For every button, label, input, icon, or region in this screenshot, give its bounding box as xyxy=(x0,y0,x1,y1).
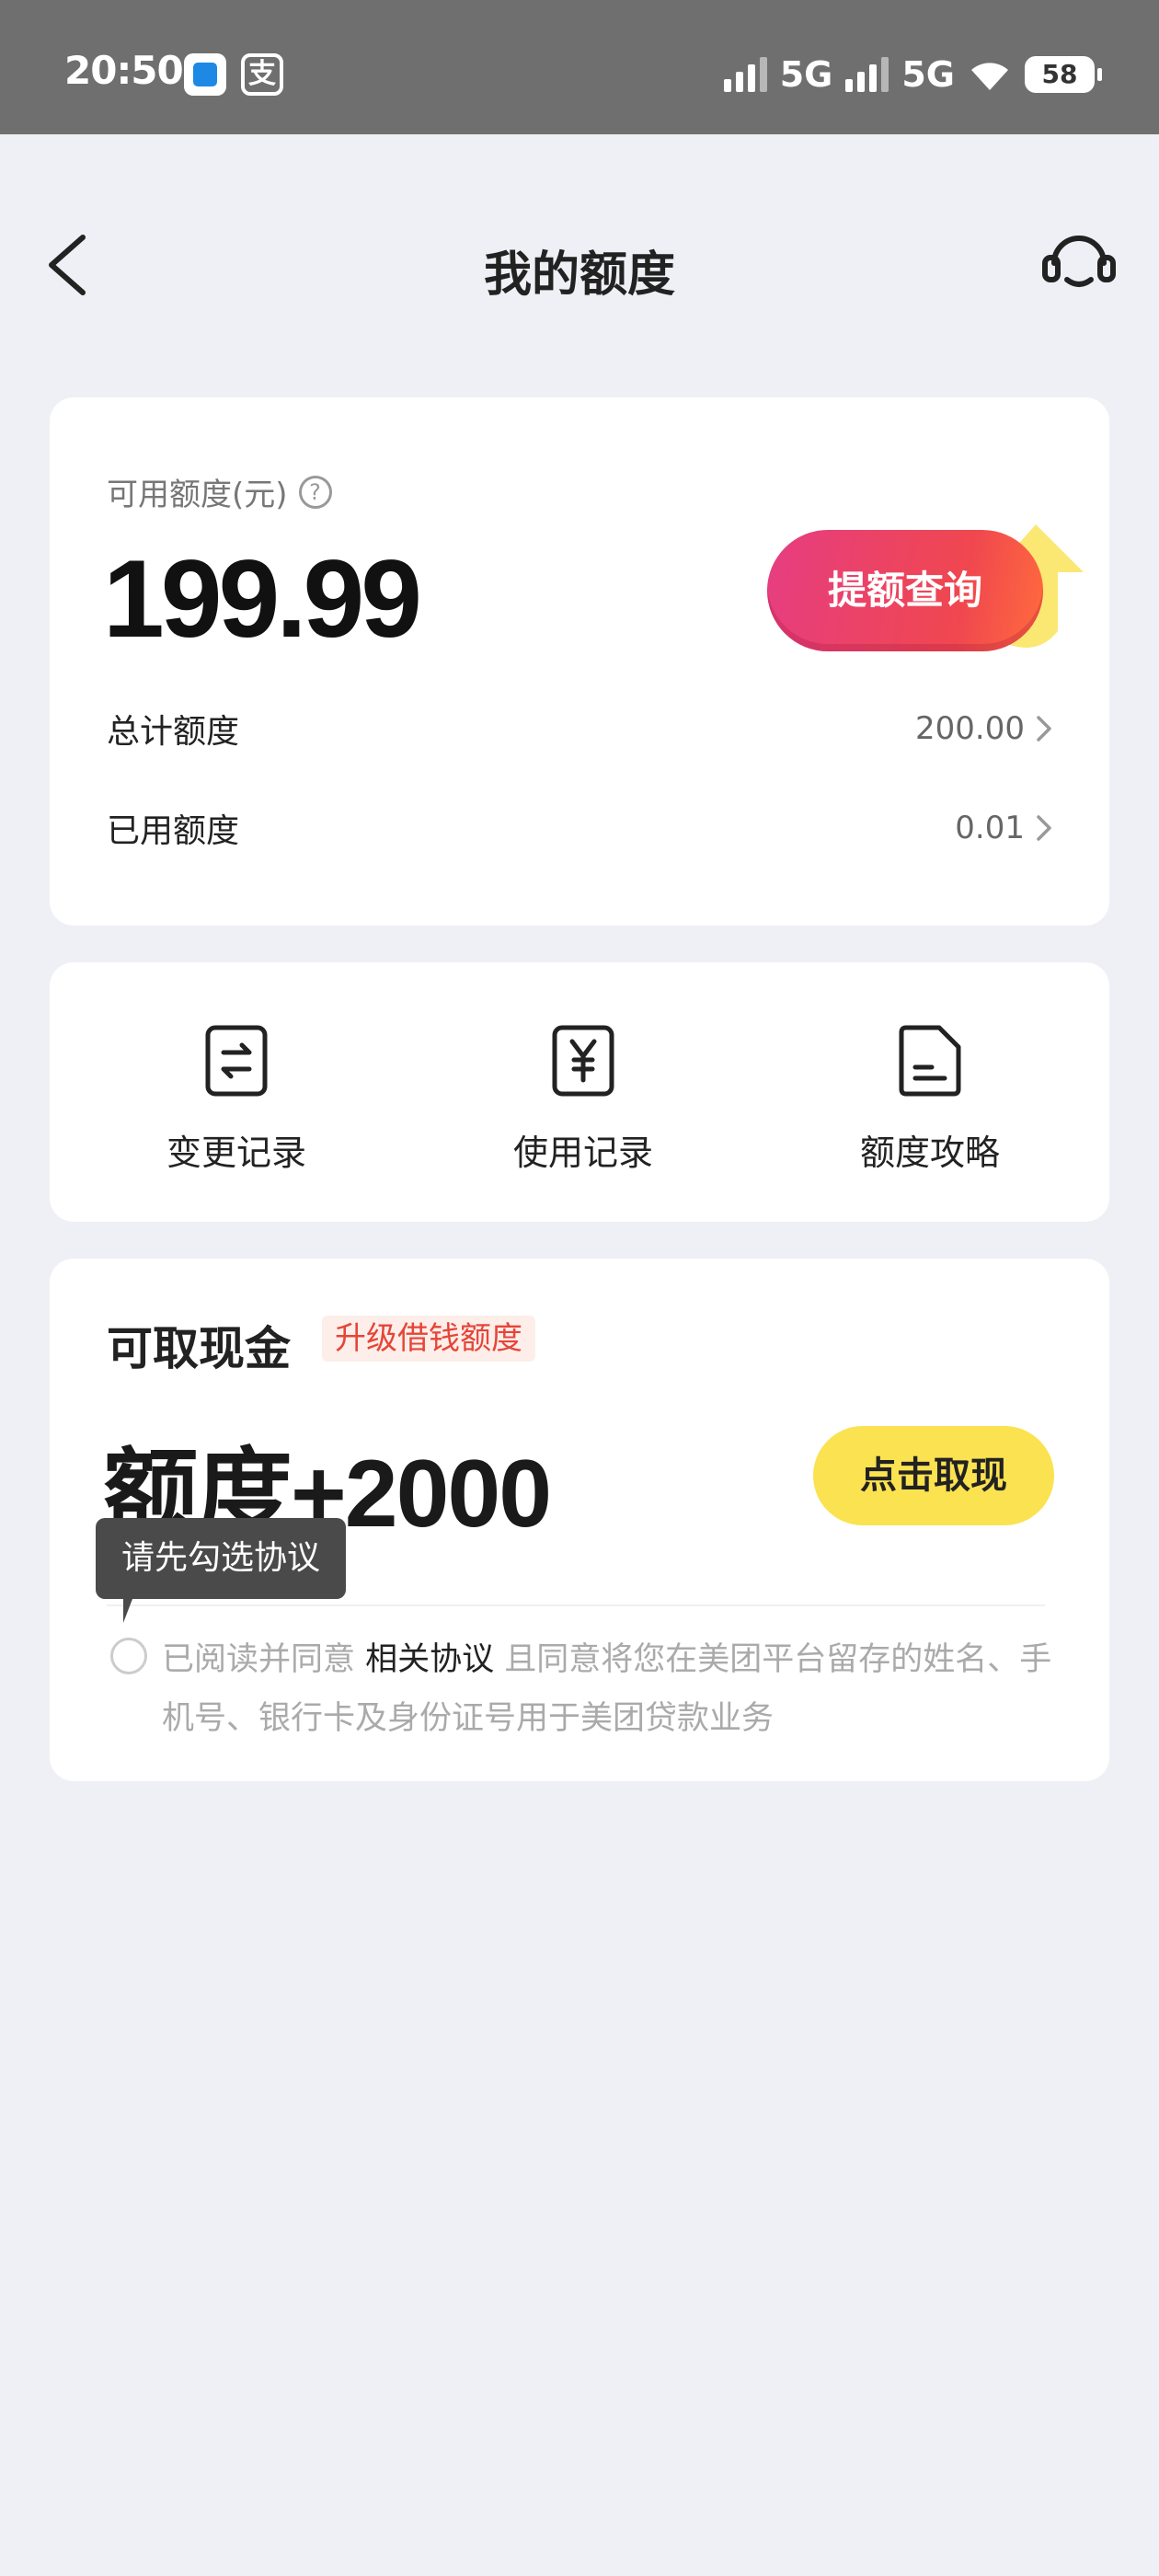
raise-limit-query-button[interactable]: 提额查询 xyxy=(767,530,1043,651)
customer-service-button[interactable] xyxy=(1039,223,1119,302)
used-credit-label: 已用额度 xyxy=(107,812,240,850)
signal-icon xyxy=(845,57,889,92)
divider xyxy=(107,1604,1045,1606)
shortcut-change-record[interactable]: 变更记录 xyxy=(98,1021,374,1187)
shortcut-label: 变更记录 xyxy=(166,1133,306,1173)
cash-withdraw-card: 可取现金 升级借钱额度 额度+2000 点击取现 请先勾选协议 已阅读并同意 相… xyxy=(50,1259,1109,1781)
credit-summary-card: 可用额度(元) ? 199.99 提额查询 总计额度 200.00 已用额度 0… xyxy=(50,397,1109,926)
agreement-checkbox[interactable] xyxy=(110,1638,147,1674)
total-credit-row[interactable]: 总计额度 200.00 xyxy=(107,701,1054,756)
used-credit-value: 0.01 xyxy=(955,810,1025,846)
alipay-notification-icon: 支 xyxy=(241,53,283,96)
withdraw-button[interactable]: 点击取现 xyxy=(813,1426,1054,1525)
page-header: 我的额度 xyxy=(0,134,1159,392)
agreement-link[interactable]: 相关协议 xyxy=(365,1641,494,1678)
headset-icon xyxy=(1042,236,1116,287)
chevron-right-icon xyxy=(1037,716,1051,742)
agreement-tooltip: 请先勾选协议 xyxy=(96,1518,347,1623)
page-title: 我的额度 xyxy=(483,247,675,303)
battery-indicator: 58 xyxy=(1025,56,1102,93)
wifi-icon xyxy=(971,63,1008,90)
available-credit-label-text: 可用额度(元) xyxy=(107,477,288,513)
chevron-right-icon xyxy=(1037,815,1051,841)
network-type-2: 5G xyxy=(901,54,955,95)
used-credit-value-wrap: 0.01 xyxy=(955,810,1054,846)
available-credit-amount: 199.99 xyxy=(103,537,422,661)
total-credit-value-wrap: 200.00 xyxy=(915,710,1054,747)
shortcut-credit-guide[interactable]: 额度攻略 xyxy=(792,1021,1068,1187)
shortcut-label: 额度攻略 xyxy=(859,1133,1000,1173)
upgrade-badge: 升级借钱额度 xyxy=(322,1316,535,1362)
status-indicators: 5G 5G 58 xyxy=(723,52,1102,98)
signal-icon xyxy=(723,57,767,92)
agreement-text: 已阅读并同意 相关协议 且同意将您在美团平台留存的姓名、手机号、银行卡及身份证号… xyxy=(162,1630,1054,1748)
available-credit-label: 可用额度(元) ? xyxy=(107,469,332,514)
total-credit-value: 200.00 xyxy=(915,710,1025,747)
exchange-record-icon xyxy=(205,1025,268,1097)
total-credit-label: 总计额度 xyxy=(107,713,240,751)
cash-title: 可取现金 xyxy=(107,1322,291,1375)
status-bar: 20:50 支 5G 5G 58 xyxy=(0,0,1159,134)
status-time: 20:50 xyxy=(64,48,184,93)
shortcut-label: 使用记录 xyxy=(512,1133,653,1173)
help-icon[interactable]: ? xyxy=(298,475,332,509)
agreement-prefix: 已阅读并同意 xyxy=(162,1641,366,1678)
document-icon xyxy=(899,1025,961,1097)
used-credit-row[interactable]: 已用额度 0.01 xyxy=(107,800,1054,856)
network-type-1: 5G xyxy=(779,54,833,95)
shortcuts-card: 变更记录 使用记录 额度攻略 xyxy=(50,962,1109,1222)
yuan-record-icon xyxy=(552,1025,614,1097)
notification-app-icon xyxy=(184,53,226,96)
shortcut-usage-record[interactable]: 使用记录 xyxy=(445,1021,721,1187)
